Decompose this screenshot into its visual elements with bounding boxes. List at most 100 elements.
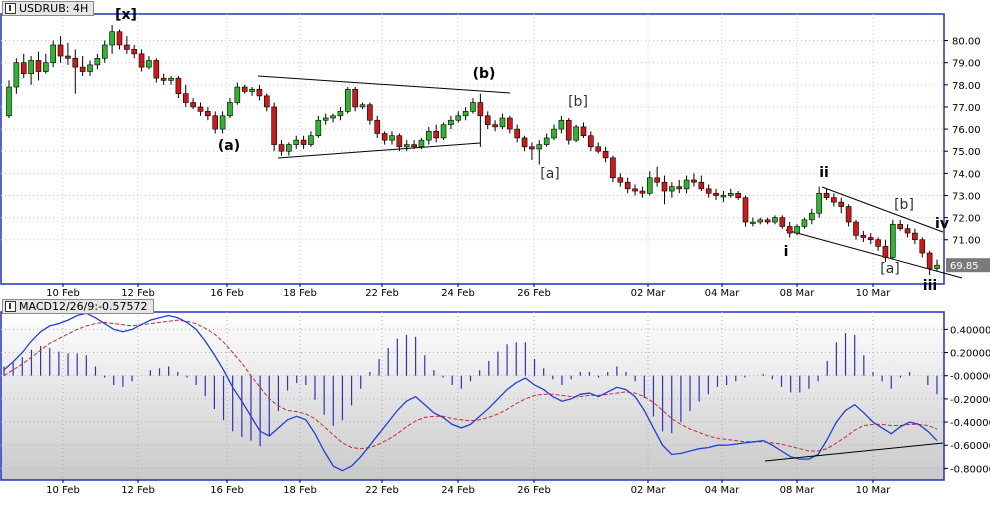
candle-body [705, 188, 712, 194]
panel-menu-icon[interactable] [5, 3, 16, 14]
candle-body [13, 62, 20, 88]
candle-body [219, 115, 226, 130]
candle-body [565, 119, 572, 141]
candle-body [20, 62, 27, 75]
candle-body [484, 115, 491, 125]
candle-body [875, 239, 881, 247]
candle-body [617, 177, 624, 183]
macd-panel: 0.40000 0.20000 -0.00000 -0.20000 -0.40000 -0… [0, 298, 990, 510]
price-tick-label: 78.00 [952, 81, 981, 92]
candle-body [249, 88, 255, 92]
x-axis-label: 04 Mar [705, 288, 741, 298]
x-axis-label: 04 Mar [705, 485, 741, 496]
price-background [0, 0, 990, 298]
candle-body [411, 144, 417, 148]
price-panel-title: USDRUB: 4H [19, 2, 89, 15]
wave-label: iv [935, 216, 949, 232]
price-tick-label: 79.00 [952, 59, 981, 70]
price-panel-header: USDRUB: 4H [2, 1, 95, 16]
candle-body [263, 95, 270, 108]
candle-body [521, 137, 528, 148]
candle-body [138, 53, 145, 68]
candle-body [691, 179, 697, 183]
candle-body [35, 60, 42, 72]
wave-label: [a] [540, 166, 560, 182]
x-axis-label: 22 Feb [365, 485, 399, 496]
candle-body [926, 252, 933, 269]
candle-body [271, 106, 277, 145]
x-axis-label: 08 Mar [780, 485, 816, 496]
candle-body [801, 219, 808, 227]
candle-body [109, 31, 115, 46]
candle-body [934, 264, 940, 269]
wave-label: [a] [880, 261, 900, 277]
x-axis-label: 10 Feb [46, 485, 80, 496]
candle-body [543, 137, 550, 145]
candle-body [912, 232, 918, 241]
candle-body [735, 192, 741, 198]
candle-body [897, 223, 903, 229]
candle-body [101, 44, 108, 59]
candle-body [72, 57, 79, 68]
candle-body [337, 111, 344, 117]
x-axis-label: 16 Feb [210, 288, 244, 298]
macd-panel-header: MACD12/26/9:-0.57572 [2, 299, 154, 314]
candle-body [227, 102, 233, 117]
candle-body [322, 117, 329, 121]
candle-body [28, 60, 34, 75]
candle-body [433, 130, 439, 139]
candle-body [190, 102, 196, 108]
candle-body [794, 226, 800, 234]
candle-body [300, 139, 307, 145]
candle-body [286, 144, 292, 152]
x-axis-label: 12 Feb [121, 288, 155, 298]
candle-body [742, 197, 749, 223]
candle-body [197, 106, 204, 112]
price-tick-label: 71.00 [952, 236, 981, 247]
price-panel: 80.00 79.00 78.00 77.00 76.00 75.00 74.00 73.00… [0, 0, 990, 298]
candle-body [367, 104, 373, 121]
candle-body [867, 237, 874, 241]
candle-body [757, 219, 764, 223]
candle-body [882, 246, 889, 258]
panel-menu-icon[interactable] [5, 301, 16, 312]
candle-body [175, 77, 182, 94]
candle-body [750, 221, 756, 224]
last-price-tag: 69.85 [950, 261, 979, 272]
candle-body [389, 135, 395, 141]
x-axis-label: 24 Feb [441, 288, 475, 298]
candle-body [470, 102, 476, 112]
candle-body [499, 117, 506, 128]
candle-body [43, 62, 49, 72]
candle-body [610, 157, 616, 179]
candle-body [831, 197, 837, 203]
x-axis-label: 02 Mar [631, 288, 667, 298]
price-tick-label: 77.00 [952, 103, 981, 114]
candle-body [344, 88, 351, 112]
candle-body [845, 206, 852, 223]
candle-body [146, 60, 152, 68]
candle-body [116, 31, 123, 46]
x-axis-label: 18 Feb [283, 288, 317, 298]
macd-tick-label: -0.80000 [950, 464, 990, 475]
price-chart[interactable]: 80.00 79.00 78.00 77.00 76.00 75.00 74.00 73.00… [0, 0, 990, 298]
price-tick-label: 74.00 [952, 169, 981, 180]
macd-chart[interactable]: 0.40000 0.20000 -0.00000 -0.20000 -0.40000 -0… [0, 298, 990, 510]
price-tick-label: 72.00 [952, 214, 981, 225]
candle-body [477, 102, 484, 117]
candle-body [558, 119, 565, 130]
macd-plot-area [0, 311, 945, 481]
candle-body [448, 119, 454, 125]
candle-body [160, 77, 167, 81]
x-axis-label: 24 Feb [441, 485, 475, 496]
candle-body [727, 192, 734, 196]
candle-body [182, 93, 189, 103]
candle-body [661, 181, 668, 192]
x-axis-label: 22 Feb [365, 288, 399, 298]
candle-body [212, 115, 219, 130]
candle-body [772, 217, 778, 223]
wave-label: [b] [894, 197, 914, 213]
candle-body [315, 119, 322, 137]
candle-body [536, 144, 543, 150]
macd-tick-label: -0.00000 [950, 372, 990, 383]
